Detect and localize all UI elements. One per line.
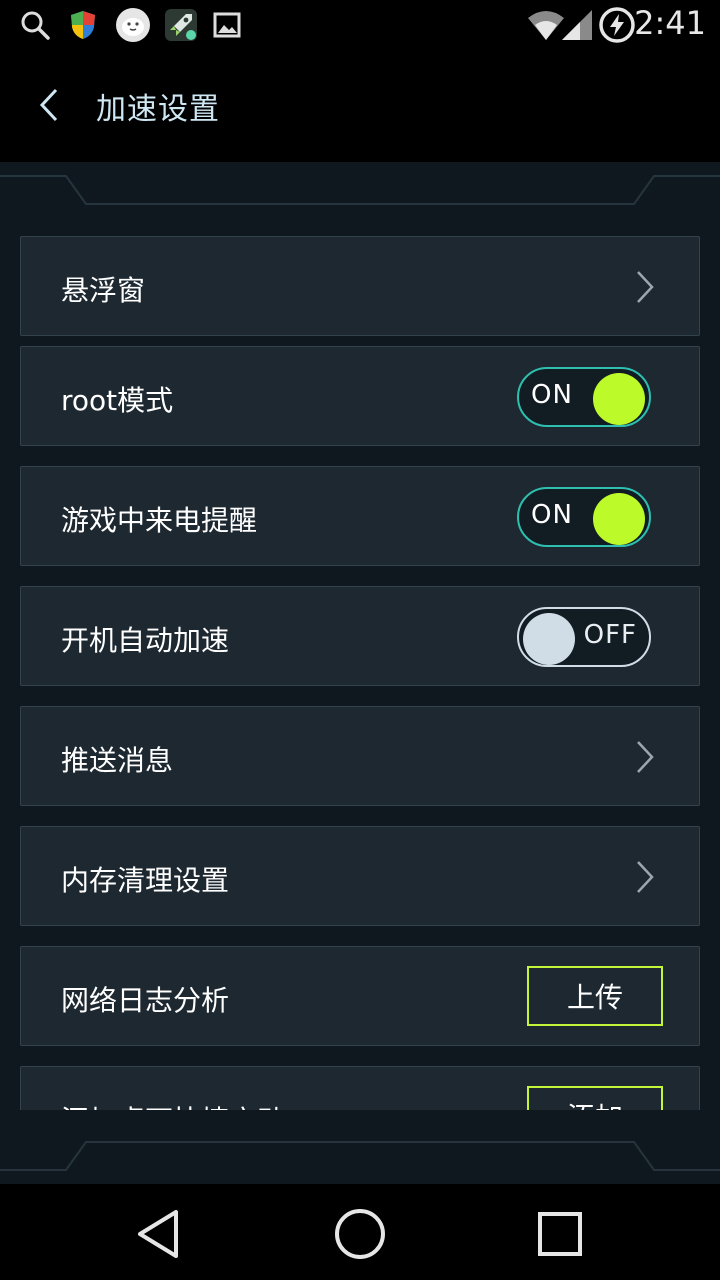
setting-row-memory-clean[interactable]: 内存清理设置 [20, 826, 700, 926]
toggle-knob [523, 613, 575, 665]
settings-list[interactable]: 悬浮窗 root模式 ON 游戏中来电提醒 ON 开机自动加速 OFF 推送消息… [0, 236, 720, 1110]
chevron-left-icon[interactable] [26, 80, 76, 130]
setting-row-root-mode[interactable]: root模式 ON [20, 346, 700, 446]
shield-icon [71, 11, 95, 39]
toggle-knob [593, 493, 645, 545]
chevron-right-icon [637, 861, 654, 893]
recents-square-icon[interactable] [530, 1204, 590, 1264]
setting-label: 内存清理设置 [61, 864, 230, 897]
setting-label: 开机自动加速 [61, 624, 230, 657]
top-frame-decoration [0, 175, 720, 205]
toggle-state-text: ON [531, 380, 573, 410]
mascot-icon [116, 8, 150, 42]
setting-row-boot-accelerate[interactable]: 开机自动加速 OFF [20, 586, 700, 686]
chevron-right-icon [637, 271, 654, 303]
setting-label: 推送消息 [61, 744, 174, 777]
back-triangle-icon[interactable] [128, 1204, 188, 1264]
setting-label: 网络日志分析 [61, 984, 230, 1017]
setting-label: 添加桌面快捷启动 [61, 1099, 285, 1110]
add-button[interactable]: 添加 [527, 1086, 663, 1110]
page-title: 加速设置 [96, 92, 220, 127]
setting-label: root模式 [61, 384, 174, 417]
setting-row-push-messages[interactable]: 推送消息 [20, 706, 700, 806]
settings-content: 悬浮窗 root模式 ON 游戏中来电提醒 ON 开机自动加速 OFF 推送消息… [0, 162, 720, 1184]
home-circle-icon[interactable] [330, 1204, 390, 1264]
bottom-frame-decoration [0, 1141, 720, 1171]
root-mode-toggle[interactable]: ON [517, 367, 651, 427]
setting-row-call-reminder[interactable]: 游戏中来电提醒 ON [20, 466, 700, 566]
toggle-state-text: OFF [583, 620, 637, 650]
setting-label: 悬浮窗 [61, 274, 146, 307]
boot-accelerate-toggle[interactable]: OFF [517, 607, 651, 667]
setting-row-desktop-shortcut: 添加桌面快捷启动 添加 [20, 1066, 700, 1110]
chevron-right-icon [637, 741, 654, 773]
setting-label: 游戏中来电提醒 [61, 504, 258, 537]
toggle-knob [593, 373, 645, 425]
battery-charging-icon [599, 7, 635, 43]
status-bar: 2:41 [0, 0, 720, 50]
search-icon [21, 11, 50, 40]
setting-row-floating-window[interactable]: 悬浮窗 [20, 236, 700, 336]
toggle-state-text: ON [531, 500, 573, 530]
signal-icon [562, 10, 592, 40]
setting-row-network-log: 网络日志分析 上传 [20, 946, 700, 1046]
status-time: 2:41 [634, 4, 706, 42]
call-reminder-toggle[interactable]: ON [517, 487, 651, 547]
rocket-icon [165, 9, 197, 41]
image-icon [213, 12, 241, 38]
app-bar: 加速设置 [0, 50, 720, 162]
upload-button[interactable]: 上传 [527, 966, 663, 1026]
navigation-bar [0, 1184, 720, 1280]
